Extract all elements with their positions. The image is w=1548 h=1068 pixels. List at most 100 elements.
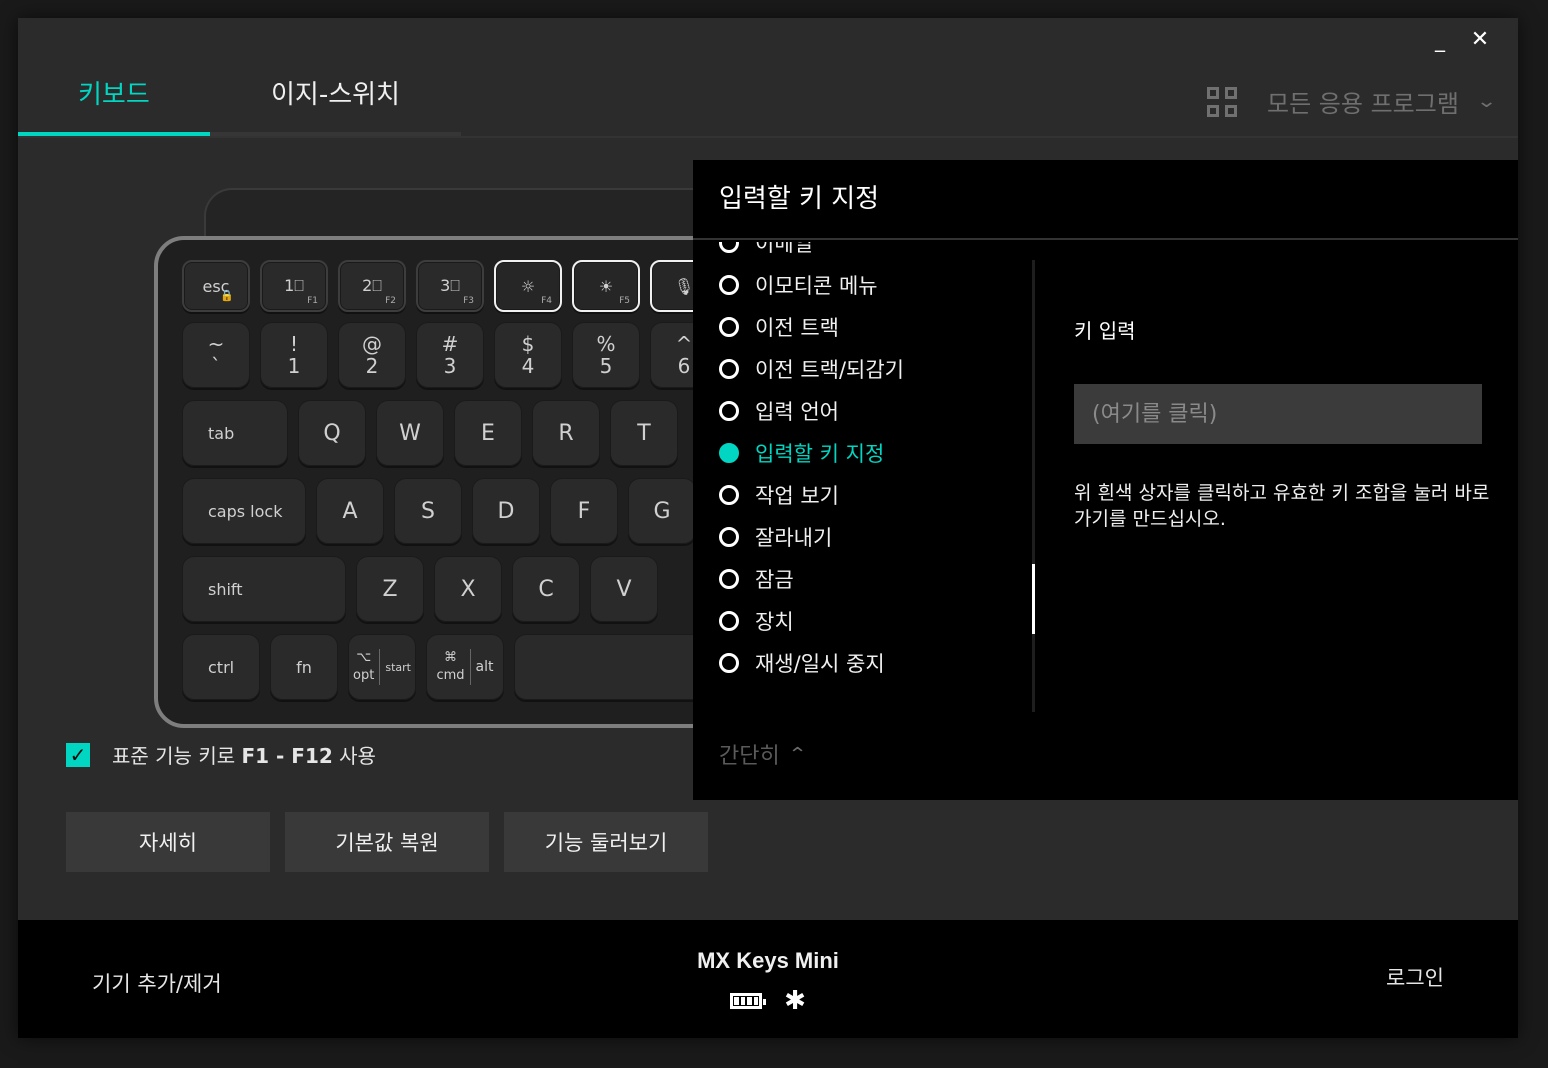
key-f3[interactable]: 3⎕ F3 <box>416 260 484 312</box>
key-label: X <box>460 576 476 602</box>
action-list-item-label: 잘라내기 <box>755 526 833 550</box>
keystroke-hint: 위 흰색 상자를 클릭하고 유효한 키 조합을 눌러 바로가기를 만드십시오. <box>1074 482 1490 530</box>
action-list-item[interactable]: 입력 언어 <box>719 390 904 432</box>
tab-easy-switch[interactable]: 이지-스위치 <box>271 74 400 111</box>
key-label: V <box>616 576 632 602</box>
key-v[interactable]: V <box>590 556 658 622</box>
action-list-item-label: 잠금 <box>755 568 794 592</box>
action-list-item[interactable]: 작업 보기 <box>719 474 904 516</box>
key-ctrl[interactable]: ctrl <box>182 634 260 700</box>
action-list-item[interactable]: 이전 트랙 <box>719 306 904 348</box>
restore-defaults-button[interactable]: 기본값 복원 <box>285 812 489 872</box>
key-shift[interactable]: shift <box>182 556 346 622</box>
label-keys: F1 - F12 <box>241 744 333 768</box>
key-sub-label: F3 <box>463 296 474 306</box>
key-tab[interactable]: tab <box>182 400 288 466</box>
key-label: Q <box>323 420 341 446</box>
footer-bar: 기기 추가/제거 MX Keys Mini ✱ 로그인 <box>18 920 1518 1038</box>
key-f2[interactable]: 2⎕ F2 <box>338 260 406 312</box>
lock-icon: 🔒 <box>220 289 234 302</box>
keystroke-assignment-panel: 입력할 키 지정 이메일 이모티콘 메뉴 이전 트랙 이전 트랙/되감기 입력 언어 입력… <box>693 160 1518 800</box>
key-s[interactable]: S <box>394 478 462 544</box>
key-3[interactable]: #3 <box>416 322 484 388</box>
key-space[interactable] <box>514 634 714 700</box>
action-list-item[interactable]: 장치 <box>719 600 904 642</box>
key-c[interactable]: C <box>512 556 580 622</box>
home-row: caps lock A S D F G <box>182 478 696 544</box>
key-label: shift <box>208 579 243 599</box>
action-list-item[interactable]: 이전 트랙/되감기 <box>719 348 904 390</box>
login-link[interactable]: 로그인 <box>1386 962 1444 992</box>
key-label: D <box>497 498 515 524</box>
action-list-item[interactable]: 이메일 <box>719 242 904 264</box>
grid-icon <box>1207 86 1237 117</box>
action-list-item-label: 이모티콘 메뉴 <box>755 274 878 298</box>
key-d[interactable]: D <box>472 478 540 544</box>
key-g[interactable]: G <box>628 478 696 544</box>
key-w[interactable]: W <box>376 400 444 466</box>
radio-icon <box>719 485 739 505</box>
key-sub-label: F2 <box>385 296 396 306</box>
key-2[interactable]: @2 <box>338 322 406 388</box>
panel-title: 입력할 키 지정 <box>719 184 880 214</box>
device-name[interactable]: MX Keys Mini <box>697 948 839 974</box>
close-button[interactable]: ✕ <box>1464 24 1496 56</box>
key-label: caps lock <box>208 501 283 521</box>
key-e[interactable]: E <box>454 400 522 466</box>
key-a[interactable]: A <box>316 478 384 544</box>
action-list-items: 이메일이모티콘 메뉴이전 트랙이전 트랙/되감기 입력 언어 입력할 키 지정 작업 … <box>719 242 904 684</box>
tab-keyboard[interactable]: 키보드 <box>78 74 150 111</box>
key-4[interactable]: $4 <box>494 322 562 388</box>
scrollbar-thumb[interactable] <box>1032 564 1035 634</box>
key-caps-lock[interactable]: caps lock <box>182 478 306 544</box>
key-r[interactable]: R <box>532 400 600 466</box>
key-f[interactable]: F <box>550 478 618 544</box>
key-f4[interactable]: ☼ F4 <box>494 260 562 312</box>
keystroke-input[interactable] <box>1074 384 1482 444</box>
key-5[interactable]: % 5 <box>572 322 640 388</box>
key-cmd[interactable]: ⌘ cmd alt <box>426 634 504 700</box>
key-x[interactable]: X <box>434 556 502 622</box>
feature-tour-button[interactable]: 기능 둘러보기 <box>504 812 708 872</box>
key-z[interactable]: Z <box>356 556 424 622</box>
action-list-item[interactable]: 잘라내기 <box>719 516 904 558</box>
key-opt[interactable]: ⌥ opt start <box>348 634 416 700</box>
key-backtick[interactable]: ~ ` <box>182 322 250 388</box>
action-list-item-label: 이메일 <box>755 242 813 256</box>
radio-icon <box>719 401 739 421</box>
key-label: 5 <box>599 354 613 378</box>
key-f5[interactable]: ☀ F5 <box>572 260 640 312</box>
key-q[interactable]: Q <box>298 400 366 466</box>
key-esc[interactable]: esc 🔒 <box>182 260 250 312</box>
header-divider <box>18 136 1518 138</box>
action-list-item[interactable]: 재생/일시 중지 <box>719 642 904 684</box>
device-info: MX Keys Mini ✱ <box>18 948 1518 1016</box>
key-label: G <box>653 498 671 524</box>
key-f1[interactable]: 1⎕ F1 <box>260 260 328 312</box>
action-list-item-label: 이전 트랙 <box>755 316 839 340</box>
app-selector[interactable]: 모든 응용 프로그램 ⌄ <box>1207 84 1497 119</box>
key-label: tab <box>208 423 235 443</box>
number-row: ~ ` ! 1 @2 #3 $4 % 5 ^ 6 <box>182 322 714 388</box>
collapse-button[interactable]: 간단히 ⌃ <box>719 738 808 770</box>
key-t[interactable]: T <box>610 400 678 466</box>
key-label: ~ <box>207 332 225 356</box>
minimize-button[interactable]: _ <box>1424 24 1456 56</box>
keyboard-body: esc 🔒 1⎕ F1 2⎕ F2 3⎕ F3 ☼ F4 ☀ F5 🎙 ~ ` ! 1 @2 #… <box>154 236 714 728</box>
standard-fn-keys-checkbox[interactable]: ✓ 표준 기능 키로 F1 - F12 사용 <box>66 740 376 769</box>
key-label: S <box>421 498 435 524</box>
key-label: start <box>385 660 411 674</box>
key-fn[interactable]: fn <box>270 634 338 700</box>
action-list-item[interactable]: 잠금 <box>719 558 904 600</box>
option-icon: ⌥ <box>356 650 372 665</box>
action-list-item[interactable]: 입력할 키 지정 <box>719 432 904 474</box>
details-button[interactable]: 자세히 <box>66 812 270 872</box>
key-label: F <box>577 498 591 524</box>
key-1[interactable]: ! 1 <box>260 322 328 388</box>
chevron-up-icon: ⌃ <box>787 743 808 765</box>
function-row: esc 🔒 1⎕ F1 2⎕ F2 3⎕ F3 ☼ F4 ☀ F5 🎙 <box>182 260 714 312</box>
scrollbar-track[interactable] <box>1032 260 1035 712</box>
radio-selected-icon <box>719 443 739 463</box>
key-label: T <box>637 420 651 446</box>
action-list-item[interactable]: 이모티콘 메뉴 <box>719 264 904 306</box>
